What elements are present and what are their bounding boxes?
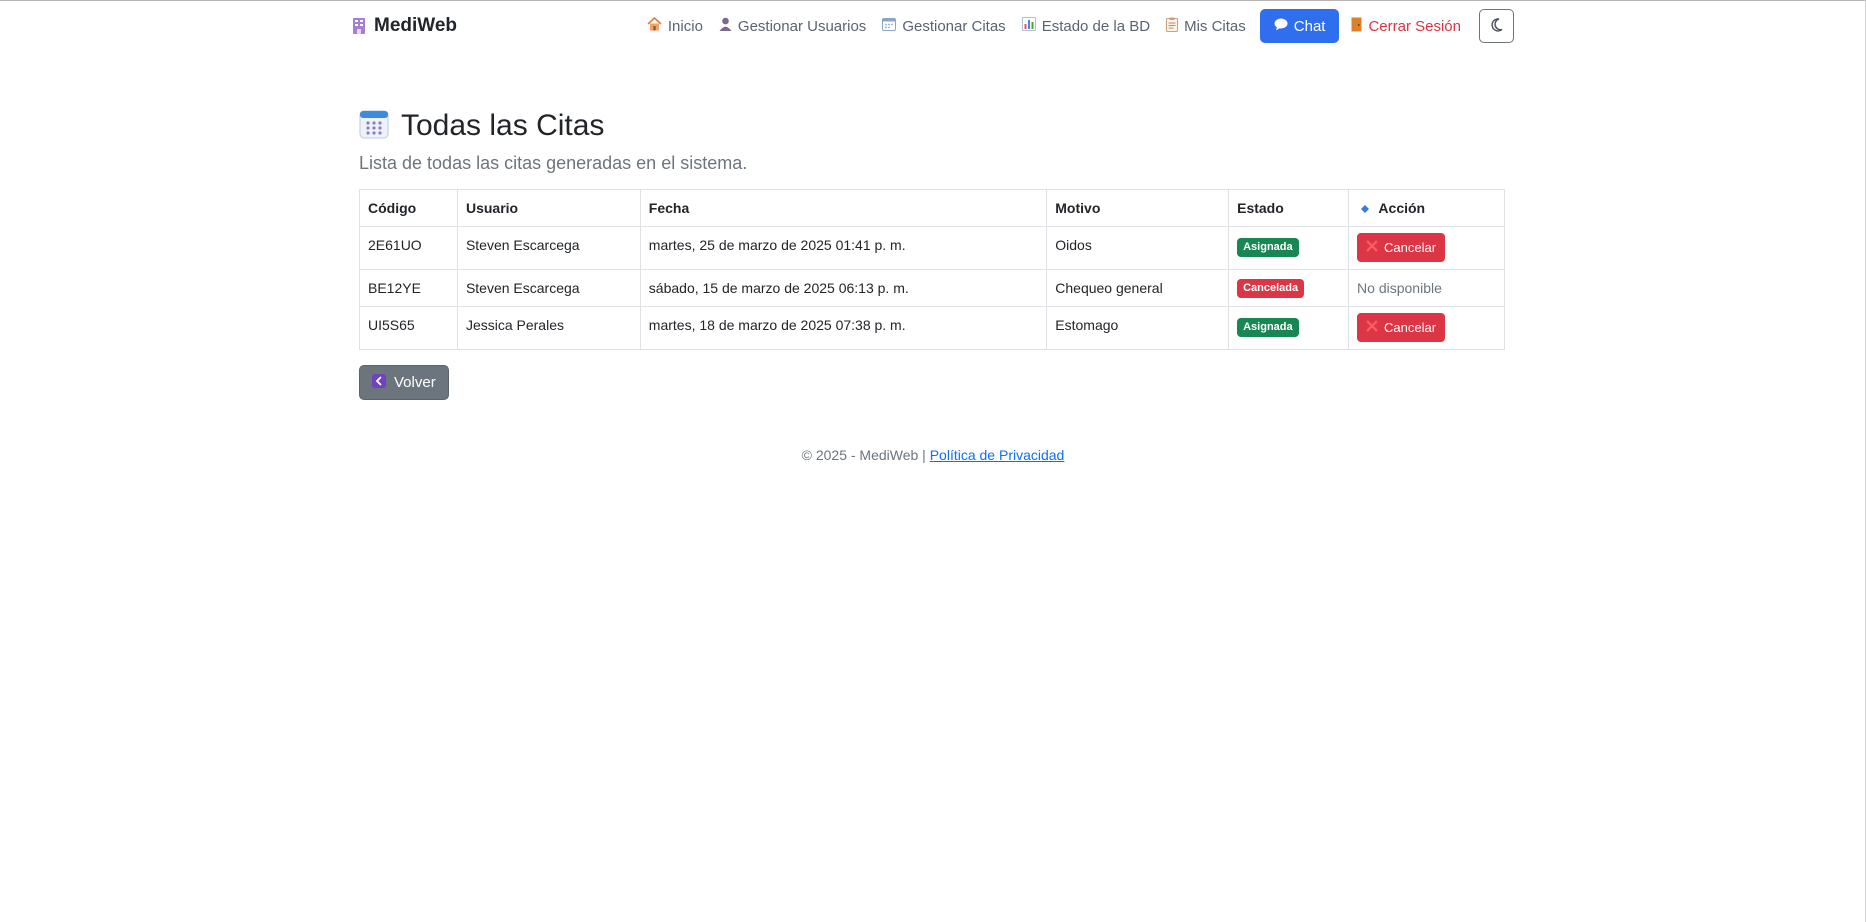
appointments-table: Código Usuario Fecha Motivo Estado Acció… — [359, 189, 1505, 350]
privacy-policy-link[interactable]: Política de Privacidad — [930, 447, 1065, 463]
cell-codigo: BE12YE — [359, 269, 458, 307]
cancel-appointment-button[interactable]: Cancelar — [1357, 313, 1446, 342]
navbar: MediWeb Inicio Gestionar Usuarios Gestio… — [352, 0, 1514, 52]
col-header-codigo: Código — [359, 189, 458, 227]
logout-link[interactable]: Cerrar Sesión — [1343, 0, 1469, 52]
back-arrow-icon — [372, 373, 386, 392]
action-unavailable: No disponible — [1357, 280, 1442, 296]
theme-toggle-button[interactable] — [1479, 9, 1514, 43]
nav-gestionar-citas-label: Gestionar Citas — [902, 17, 1006, 35]
status-badge: Asignada — [1237, 318, 1299, 337]
house-icon — [647, 16, 662, 35]
door-icon — [1351, 17, 1362, 36]
nav-mis-citas-label: Mis Citas — [1184, 17, 1246, 35]
chat-button[interactable]: Chat — [1259, 9, 1340, 43]
nav-inicio[interactable]: Inicio — [639, 0, 711, 52]
diamond-icon — [1361, 200, 1370, 216]
cell-usuario: Steven Escarcega — [456, 226, 641, 270]
table-row: BE12YE Steven Escarcega sábado, 15 de ma… — [359, 269, 1505, 307]
nav-mis-citas[interactable]: Mis Citas — [1158, 0, 1254, 52]
cell-accion: Cancelar — [1348, 226, 1505, 270]
cell-fecha: sábado, 15 de marzo de 2025 06:13 p. m. — [639, 269, 1048, 307]
calendar-icon — [882, 17, 897, 35]
col-header-motivo: Motivo — [1046, 189, 1230, 227]
chat-label: Chat — [1293, 17, 1326, 35]
status-badge: Asignada — [1237, 238, 1299, 257]
back-label: Volver — [394, 374, 436, 391]
cell-codigo: UI5S65 — [359, 306, 458, 350]
cancel-appointment-button[interactable]: Cancelar — [1357, 233, 1446, 262]
cell-estado: Asignada — [1228, 226, 1350, 270]
table-header-row: Código Usuario Fecha Motivo Estado Acció… — [359, 189, 1505, 227]
nav-gestionar-usuarios-label: Gestionar Usuarios — [737, 17, 867, 35]
cell-fecha: martes, 18 de marzo de 2025 07:38 p. m. — [639, 306, 1048, 350]
clipboard-icon — [1166, 17, 1179, 36]
footer-copyright: © 2025 - MediWeb | — [801, 447, 926, 463]
cell-fecha: martes, 25 de marzo de 2025 01:41 p. m. — [639, 226, 1048, 270]
col-header-accion: Acción — [1348, 189, 1505, 227]
speech-bubble-icon — [1274, 18, 1288, 35]
hospital-icon — [352, 17, 366, 35]
cancel-label: Cancelar — [1384, 320, 1437, 335]
nav-estado-bd-label: Estado de la BD — [1041, 17, 1151, 35]
cell-codigo: 2E61UO — [359, 226, 458, 270]
cell-motivo: Estomago — [1046, 306, 1230, 350]
nav-gestionar-usuarios[interactable]: Gestionar Usuarios — [711, 0, 874, 52]
col-header-estado: Estado — [1228, 189, 1350, 227]
cancel-label: Cancelar — [1384, 240, 1437, 255]
calendar-icon — [359, 109, 389, 144]
back-button[interactable]: Volver — [359, 365, 449, 400]
cell-motivo: Chequeo general — [1046, 269, 1230, 307]
cell-accion: No disponible — [1348, 269, 1505, 307]
brand[interactable]: MediWeb — [352, 15, 457, 37]
cell-usuario: Steven Escarcega — [456, 269, 641, 307]
cell-accion: Cancelar — [1348, 306, 1505, 350]
nav-gestionar-citas[interactable]: Gestionar Citas — [874, 0, 1013, 52]
table-row: UI5S65 Jessica Perales martes, 18 de mar… — [359, 306, 1505, 350]
cross-icon — [1366, 240, 1378, 255]
main-content: Todas las Citas Lista de todas las citas… — [359, 105, 1505, 400]
cell-usuario: Jessica Perales — [456, 306, 641, 350]
col-header-fecha: Fecha — [639, 189, 1048, 227]
moon-icon — [1490, 17, 1503, 35]
title-row: Todas las Citas — [359, 105, 1505, 147]
cell-motivo: Oidos — [1046, 226, 1230, 270]
status-badge: Cancelada — [1237, 279, 1305, 298]
brand-name: MediWeb — [374, 15, 458, 36]
nav-estado-bd[interactable]: Estado de la BD — [1014, 0, 1158, 52]
page-title: Todas las Citas — [401, 109, 605, 142]
page-subtitle: Lista de todas las citas generadas en el… — [359, 153, 748, 173]
user-icon — [719, 17, 732, 35]
cell-estado: Asignada — [1228, 306, 1350, 350]
col-header-accion-label: Acción — [1378, 200, 1426, 216]
table-row: 2E61UO Steven Escarcega martes, 25 de ma… — [359, 226, 1505, 270]
nav-links: Inicio Gestionar Usuarios Gestionar Cita… — [639, 0, 1514, 52]
nav-inicio-label: Inicio — [667, 17, 703, 35]
logout-label: Cerrar Sesión — [1368, 17, 1461, 35]
cross-icon — [1366, 320, 1378, 335]
col-header-usuario: Usuario — [456, 189, 641, 227]
bar-chart-icon — [1021, 17, 1036, 35]
footer: © 2025 - MediWeb | Política de Privacida… — [0, 447, 1866, 463]
cell-estado: Cancelada — [1228, 269, 1350, 307]
